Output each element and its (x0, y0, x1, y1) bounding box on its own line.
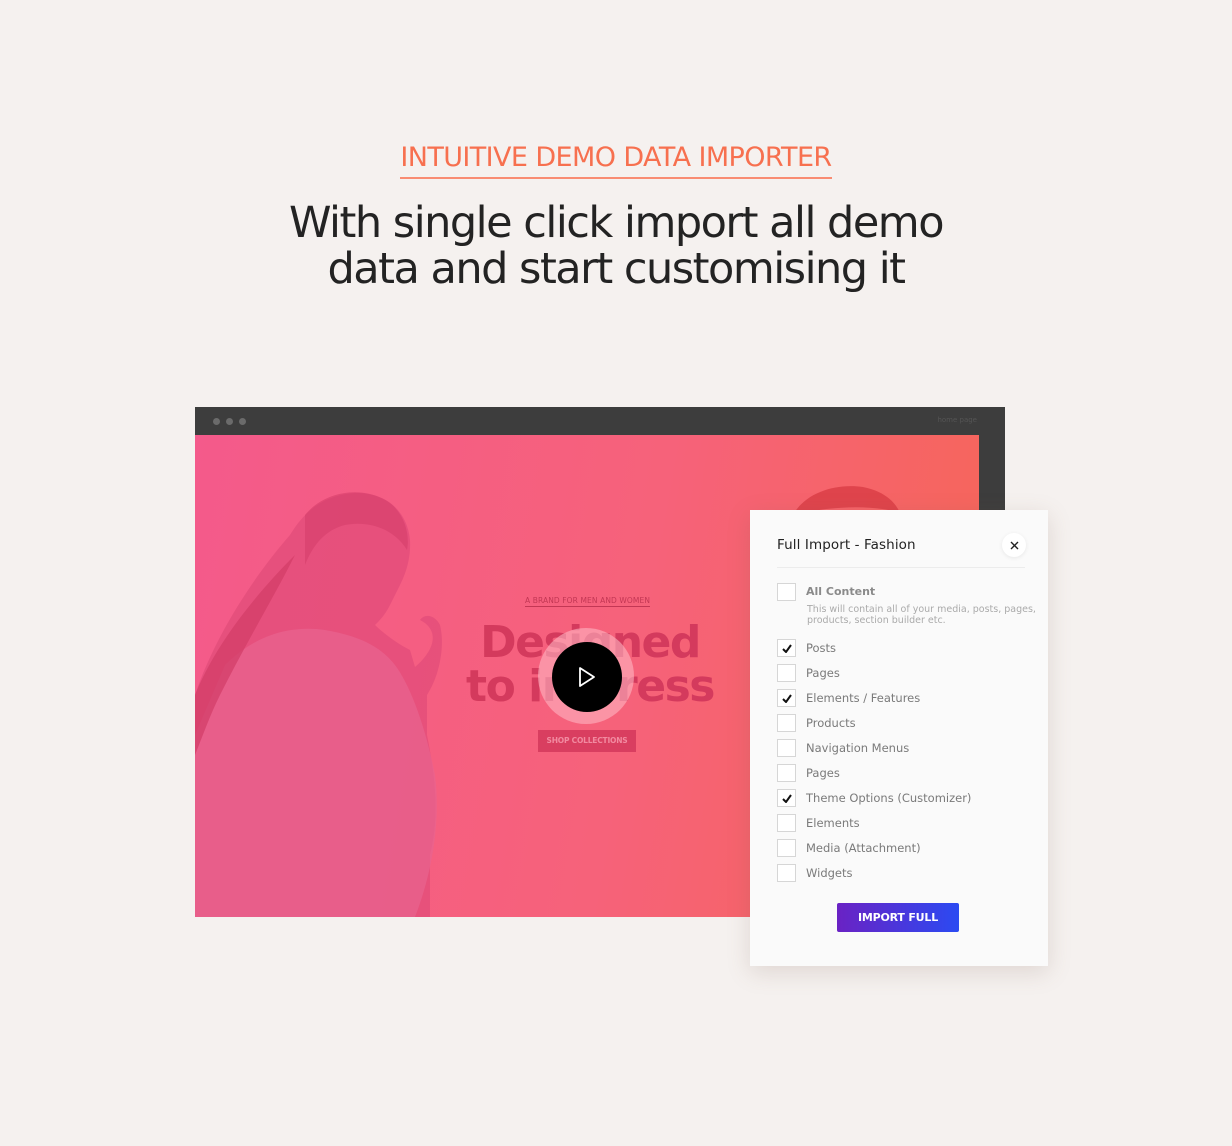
window-dot-icon (213, 418, 220, 425)
option-label: Pages (806, 666, 840, 680)
headline-line-2: data and start customising it (327, 244, 906, 294)
option-label: Media (Attachment) (806, 841, 921, 855)
close-icon (1010, 541, 1018, 549)
option-checkbox[interactable] (777, 714, 796, 732)
browser-url-label: home page (937, 416, 977, 424)
play-icon (579, 667, 595, 687)
section-headline: With single click import all demo data a… (150, 200, 1082, 292)
import-full-button[interactable]: IMPORT FULL (837, 903, 959, 932)
window-dot-icon (226, 418, 233, 425)
hero-brand-tag: A BRAND FOR MEN AND WOMEN (525, 596, 651, 607)
option-checkbox[interactable] (777, 789, 796, 807)
close-button[interactable] (1002, 533, 1026, 557)
dialog-title: Full Import - Fashion (777, 537, 916, 553)
window-dot-icon (239, 418, 246, 425)
option-checkbox[interactable] (777, 583, 796, 601)
option-checkbox[interactable] (777, 689, 796, 707)
option-label: Posts (806, 641, 837, 655)
option-label: Products (806, 716, 856, 730)
option-checkbox[interactable] (777, 639, 796, 657)
dialog-divider (777, 567, 1025, 568)
checkmark-icon (781, 793, 792, 803)
option-checkbox[interactable] (777, 864, 796, 882)
option-label: Navigation Menus (806, 741, 910, 755)
option-checkbox[interactable] (777, 664, 796, 682)
eyebrow-text: INTUITIVE DEMO DATA IMPORTER (400, 142, 832, 179)
browser-title-bar: home page (195, 407, 1005, 435)
option-checkbox[interactable] (777, 839, 796, 857)
all-content-description: This will contain all of your media, pos… (807, 604, 1036, 626)
option-label: Theme Options (Customizer) (806, 791, 972, 805)
play-video-button[interactable] (552, 642, 622, 712)
option-label: Elements / Features (806, 691, 921, 705)
option-label: Pages (806, 766, 840, 780)
headline-line-1: With single click import all demo (288, 198, 945, 248)
checkmark-icon (781, 693, 792, 703)
option-label: All Content (806, 585, 876, 598)
checkmark-icon (781, 643, 792, 653)
option-label: Widgets (806, 866, 853, 880)
option-checkbox[interactable] (777, 814, 796, 832)
option-label: Elements (806, 816, 860, 830)
shop-collections-button[interactable]: SHOP COLLECTIONS (538, 730, 636, 752)
option-checkbox[interactable] (777, 739, 796, 757)
section-eyebrow: INTUITIVE DEMO DATA IMPORTER (0, 142, 1232, 179)
import-dialog: Full Import - Fashion All Content Posts Pa… (750, 510, 1048, 966)
option-checkbox[interactable] (777, 764, 796, 782)
